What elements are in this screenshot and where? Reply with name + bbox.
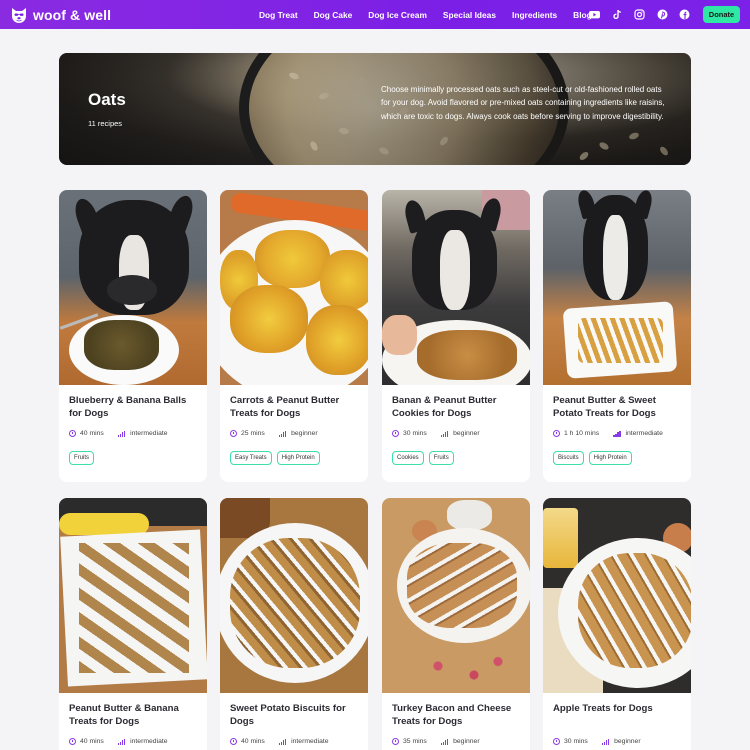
recipe-time: 35 mins [403,738,427,745]
page-title: Oats [88,90,126,109]
tag-fruits[interactable]: Fruits [428,451,454,465]
recipe-title[interactable]: Carrots & Peanut Butter Treats for Dogs [230,395,360,420]
recipe-title[interactable]: Blueberry & Banana Balls for Dogs [69,395,199,420]
recipe-time: 25 mins [241,430,265,437]
difficulty-icon [440,738,449,745]
recipe-title[interactable]: Peanut Butter & Banana Treats for Dogs [69,703,199,728]
recipe-meta: 30 mins beginner [553,738,641,745]
recipe-level: beginner [291,430,318,437]
difficulty-icon [613,430,621,437]
clock-icon [230,430,237,437]
recipe-card[interactable]: Banan & Peanut Butter Cookies for Dogs 3… [382,190,530,482]
recipe-tags: Cookies Fruits [392,451,459,465]
tag-cookies[interactable]: Cookies [392,451,424,465]
recipe-time: 30 mins [403,430,427,437]
recipe-tags: Biscuits High Protein [553,451,637,465]
recipe-level: intermediate [130,430,168,437]
tag-high-protein[interactable]: High Protein [276,451,320,465]
recipe-level: intermediate [130,738,168,745]
recipe-image [220,498,368,693]
recipe-time: 40 mins [241,738,265,745]
recipe-time: 40 mins [80,738,104,745]
recipe-title[interactable]: Banan & Peanut Butter Cookies for Dogs [392,395,522,420]
difficulty-icon [601,738,610,745]
clock-icon [392,430,399,437]
clock-icon [69,430,76,437]
recipe-image [543,190,691,385]
category-hero: Oats 11 recipes Choose minimally process… [59,53,691,165]
pinterest-icon[interactable] [657,7,668,20]
nav-dog-treat[interactable]: Dog Treat [259,10,298,20]
recipe-title[interactable]: Apple Treats for Dogs [553,703,683,716]
recipe-level: intermediate [625,430,663,437]
recipe-level: beginner [614,738,641,745]
social-links [589,7,702,20]
tag-fruits[interactable]: Fruits [69,451,94,465]
nav-dog-cake[interactable]: Dog Cake [314,10,353,20]
clock-icon [230,738,237,745]
main-menu: Dog Treat Dog Cake Dog Ice Cream Special… [259,0,608,29]
tiktok-icon[interactable] [612,7,623,20]
facebook-icon[interactable] [679,7,690,20]
site-logo[interactable]: woof & well [9,5,169,25]
youtube-icon[interactable] [589,7,600,19]
recipe-meta: 40 mins intermediate [69,738,168,745]
recipe-card[interactable]: Peanut Butter & Banana Treats for Dogs 4… [59,498,207,750]
instagram-icon[interactable] [634,7,645,20]
site-name: woof & well [33,6,112,23]
clock-icon [69,738,76,745]
recipe-time: 40 mins [80,430,104,437]
category-description: Choose minimally processed oats such as … [381,85,665,121]
recipe-meta: 40 mins intermediate [69,430,168,437]
clock-icon [553,738,560,745]
recipe-card[interactable]: Sweet Potato Biscuits for Dogs 40 mins i… [220,498,368,750]
difficulty-icon [278,430,287,437]
recipe-card[interactable]: Blueberry & Banana Balls for Dogs 40 min… [59,190,207,482]
recipe-image [59,190,207,385]
recipe-time: 1 h 10 mins [564,430,600,437]
clock-icon [553,430,560,437]
recipe-time: 30 mins [564,738,588,745]
recipe-title[interactable]: Peanut Butter & Sweet Potato Treats for … [553,395,683,420]
recipe-image [59,498,207,693]
difficulty-icon [117,430,126,437]
recipe-meta: 30 mins beginner [392,430,480,437]
donate-button[interactable]: Donate [703,6,740,23]
recipe-meta: 35 mins beginner [392,738,480,745]
recipe-card[interactable]: Peanut Butter & Sweet Potato Treats for … [543,190,691,482]
nav-dog-ice-cream[interactable]: Dog Ice Cream [368,10,427,20]
tag-easy-treats[interactable]: Easy Treats [230,451,272,465]
recipe-image [220,190,368,385]
tag-high-protein[interactable]: High Protein [588,451,632,465]
recipe-meta: 40 mins intermediate [230,738,329,745]
difficulty-icon [117,738,126,745]
recipe-level: beginner [453,430,480,437]
recipe-tags: Fruits [69,451,99,465]
difficulty-icon [440,430,449,437]
recipe-title[interactable]: Sweet Potato Biscuits for Dogs [230,703,360,728]
recipe-count: 11 recipes [88,119,123,128]
recipe-tags: Easy Treats High Protein [230,451,325,465]
recipe-image [543,498,691,693]
nav-special-ideas[interactable]: Special Ideas [443,10,496,20]
recipe-meta: 1 h 10 mins intermediate [553,430,663,437]
difficulty-icon [278,738,287,745]
recipe-card[interactable]: Turkey Bacon and Cheese Treats for Dogs … [382,498,530,750]
nav-ingredients[interactable]: Ingredients [512,10,557,20]
clock-icon [392,738,399,745]
recipe-meta: 25 mins beginner [230,430,318,437]
recipe-image [382,190,530,385]
recipe-level: beginner [453,738,480,745]
top-navigation: woof & well Dog Treat Dog Cake Dog Ice C… [0,0,750,29]
tag-biscuits[interactable]: Biscuits [553,451,584,465]
recipe-level: intermediate [291,738,329,745]
recipe-card[interactable]: Apple Treats for Dogs 30 mins beginner [543,498,691,750]
recipe-image [382,498,530,693]
dog-logo-icon [9,5,29,25]
recipe-card[interactable]: Carrots & Peanut Butter Treats for Dogs … [220,190,368,482]
recipe-title[interactable]: Turkey Bacon and Cheese Treats for Dogs [392,703,522,728]
